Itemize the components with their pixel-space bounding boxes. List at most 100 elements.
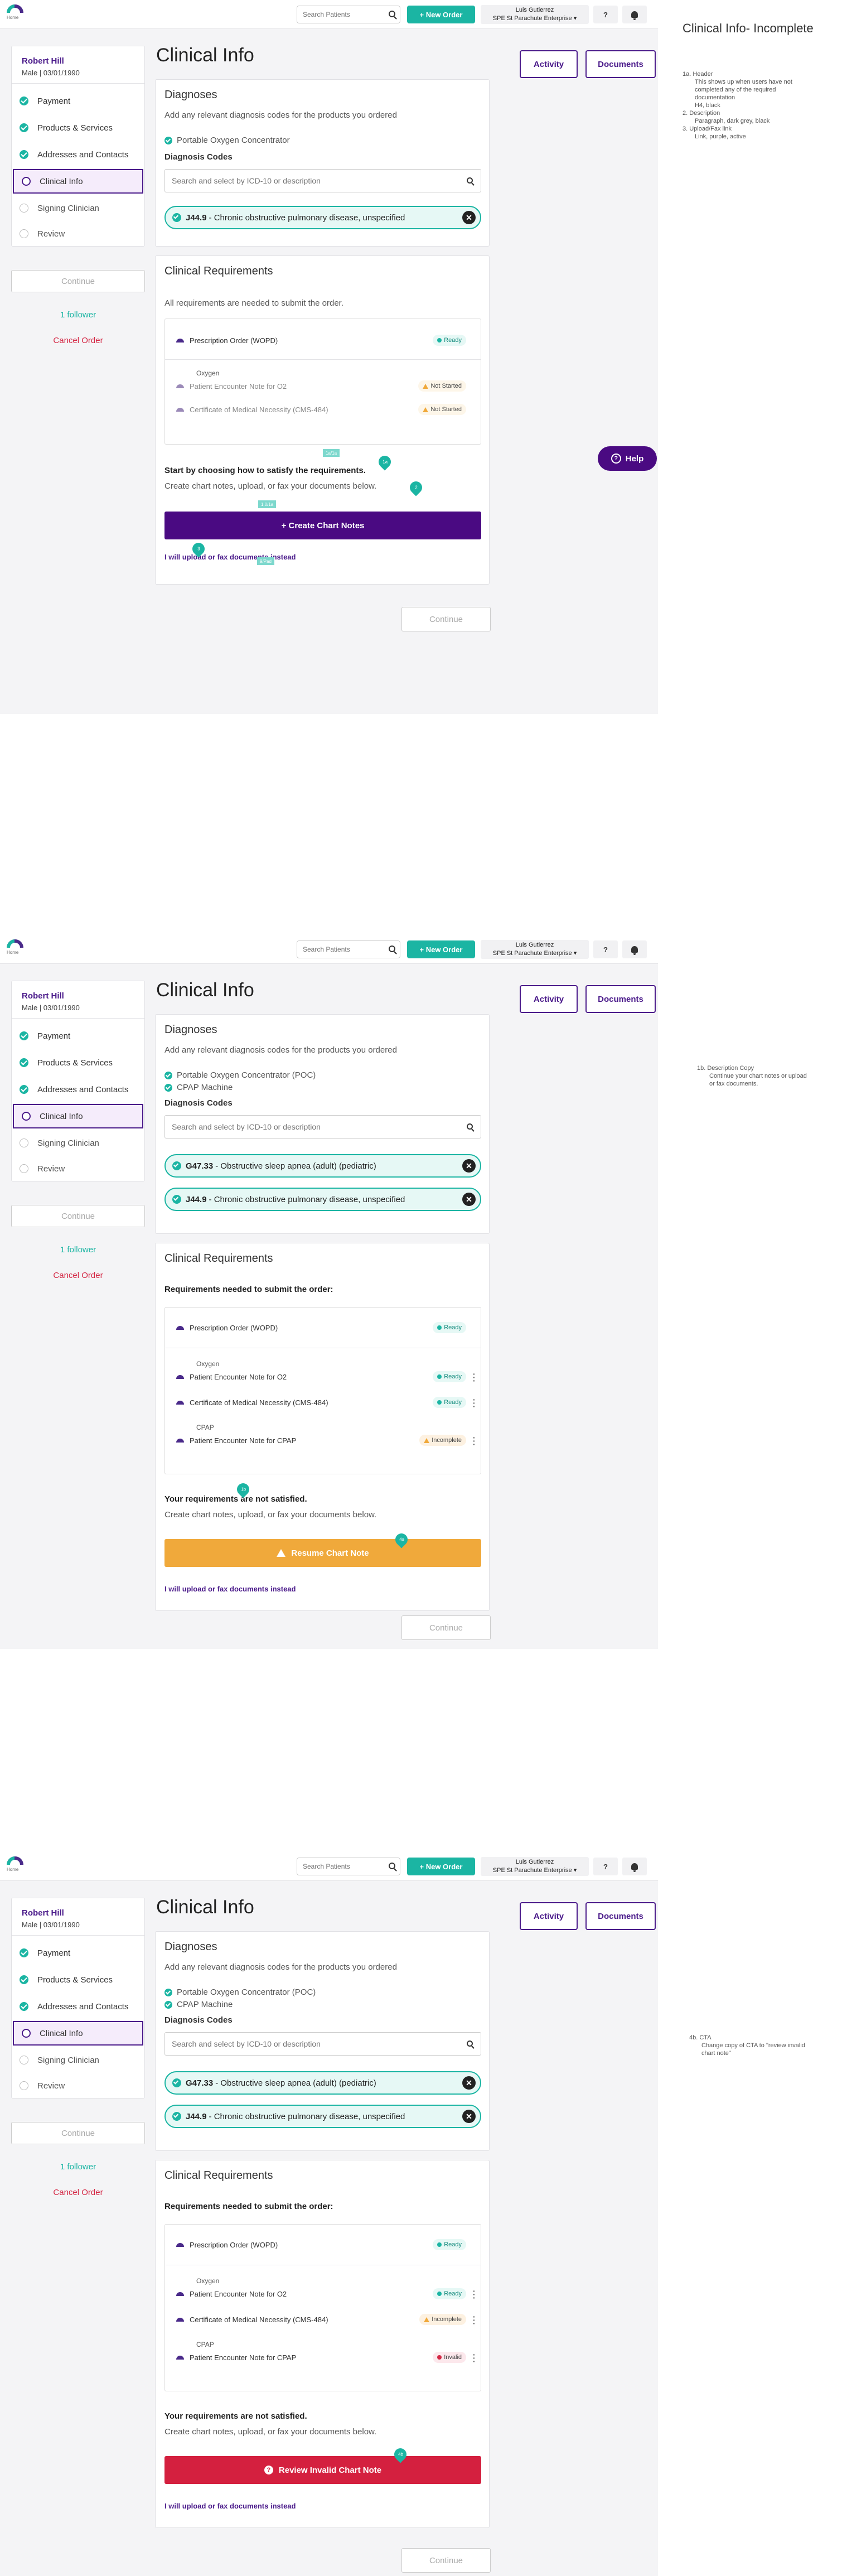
help-icon[interactable]: ? — [593, 6, 618, 23]
patient-info: Male | 03/01/1990 — [22, 69, 80, 77]
status-badge: Invalid — [433, 2352, 466, 2363]
resume-chart-note-button[interactable]: Resume Chart Note — [164, 1539, 481, 1567]
documents-button[interactable]: Documents — [585, 1902, 656, 1930]
search-icon[interactable] — [389, 946, 395, 952]
upload-fax-link[interactable]: I will upload or fax documents instead — [164, 1585, 296, 1593]
notifications-button[interactable] — [622, 940, 647, 958]
home-logo[interactable]: Home — [7, 939, 26, 958]
requirements-intro: Requirements needed to submit the order: — [164, 1285, 333, 1294]
cancel-order-link[interactable]: Cancel Order — [11, 1271, 145, 1280]
new-order-button[interactable]: + New Order — [407, 1858, 475, 1875]
notes-title: Clinical Info- Incomplete — [683, 21, 814, 35]
step-clinical-info[interactable]: Clinical Info — [13, 169, 143, 194]
help-button[interactable]: ? Help — [598, 446, 657, 471]
user-company: SPE St Parachute Enterprise ▾ — [492, 15, 577, 22]
cancel-order-link[interactable]: Cancel Order — [11, 336, 145, 345]
notifications-button[interactable] — [622, 1858, 647, 1875]
home-logo[interactable]: Home — [7, 1856, 26, 1875]
patient-search-input[interactable] — [297, 1858, 381, 1875]
more-options-icon[interactable]: · · · — [473, 1434, 476, 1448]
activity-button[interactable]: Activity — [520, 1902, 578, 1930]
step-review[interactable]: Review — [12, 2073, 144, 2098]
continue-button[interactable]: Continue — [401, 1615, 491, 1640]
step-products-services[interactable]: Products & Services — [12, 115, 144, 140]
step-products-services[interactable]: Products & Services — [12, 1050, 144, 1075]
help-icon[interactable]: ? — [593, 1858, 618, 1875]
step-addresses-contacts[interactable]: Addresses and Contacts — [12, 1077, 144, 1102]
patient-search-input[interactable] — [297, 6, 381, 23]
followers-link[interactable]: 1 follower — [11, 1245, 145, 1255]
user-menu[interactable]: Luis Gutierrez SPE St Parachute Enterpris… — [481, 940, 589, 959]
search-icon[interactable] — [389, 11, 395, 17]
documents-button[interactable]: Documents — [585, 985, 656, 1013]
step-payment[interactable]: Payment — [12, 89, 144, 113]
step-products-services[interactable]: Products & Services — [12, 1967, 144, 1992]
user-menu[interactable]: Luis Gutierrez SPE St Parachute Enterpris… — [481, 1857, 589, 1876]
cancel-order-link[interactable]: Cancel Order — [11, 2188, 145, 2197]
help-icon[interactable]: ? — [593, 940, 618, 958]
patient-search-input[interactable] — [297, 941, 381, 958]
upload-fax-link[interactable]: I will upload or fax documents instead — [164, 553, 296, 561]
review-invalid-chart-note-button[interactable]: ? Review Invalid Chart Note — [164, 2456, 481, 2484]
step-payment[interactable]: Payment — [12, 1024, 144, 1048]
home-logo[interactable]: Home — [7, 4, 26, 23]
remove-icon[interactable]: ✕ — [462, 211, 476, 224]
notifications-button[interactable] — [622, 6, 647, 23]
status-badge: Not Started — [418, 380, 466, 392]
activity-button[interactable]: Activity — [520, 50, 578, 78]
continue-button[interactable]: Continue — [401, 2548, 491, 2573]
check-icon — [20, 1085, 28, 1094]
step-clinical-info[interactable]: Clinical Info — [13, 2021, 143, 2046]
step-payment[interactable]: Payment — [12, 1941, 144, 1965]
bell-icon — [631, 946, 638, 955]
activity-button[interactable]: Activity — [520, 985, 578, 1013]
diagnosis-search-input[interactable] — [165, 1116, 455, 1138]
new-order-button[interactable]: + New Order — [407, 6, 475, 23]
followers-link[interactable]: 1 follower — [11, 310, 145, 320]
documents-button[interactable]: Documents — [585, 50, 656, 78]
create-chart-notes-button[interactable]: + Create Chart Notes — [164, 512, 481, 539]
search-icon[interactable] — [467, 2040, 473, 2047]
requirements-list: Prescription Order (WOPD) Ready Oxygen P… — [164, 1307, 481, 1474]
step-signing-clinician[interactable]: Signing Clinician — [12, 1131, 144, 1155]
check-icon — [172, 1161, 181, 1170]
product-item: Portable Oxygen Concentrator — [164, 136, 290, 145]
diagnosis-chip: G47.33- Obstructive sleep apnea (adult) … — [164, 1154, 481, 1178]
more-options-icon[interactable]: · · · — [473, 2351, 476, 2365]
remove-icon[interactable]: ✕ — [462, 1193, 476, 1206]
search-icon[interactable] — [389, 1863, 395, 1869]
step-signing-clinician[interactable]: Signing Clinician — [12, 2048, 144, 2072]
diagnosis-search-input[interactable] — [165, 170, 455, 192]
step-clinical-info[interactable]: Clinical Info — [13, 1104, 143, 1128]
sidebar-continue-button[interactable]: Continue — [11, 270, 145, 292]
page-title: Clinical Info — [156, 45, 254, 66]
remove-icon[interactable]: ✕ — [462, 1159, 476, 1173]
followers-link[interactable]: 1 follower — [11, 2162, 145, 2172]
sidebar-continue-button[interactable]: Continue — [11, 2122, 145, 2144]
remove-icon[interactable]: ✕ — [462, 2110, 476, 2123]
diagnosis-chip: J44.9- Chronic obstructive pulmonary dis… — [164, 206, 481, 229]
step-addresses-contacts[interactable]: Addresses and Contacts — [12, 1994, 144, 2019]
more-options-icon[interactable]: · · · — [473, 2287, 476, 2302]
more-options-icon[interactable]: · · · — [473, 1396, 476, 1410]
brand-logo-icon — [176, 2242, 184, 2247]
remove-icon[interactable]: ✕ — [462, 2076, 476, 2090]
sidebar-continue-button[interactable]: Continue — [11, 1205, 145, 1227]
new-order-button[interactable]: + New Order — [407, 940, 475, 958]
user-menu[interactable]: Luis Gutierrez SPE St Parachute Enterpris… — [481, 5, 589, 24]
group-label: CPAP — [196, 1424, 214, 1431]
upload-fax-link[interactable]: I will upload or fax documents instead — [164, 2502, 296, 2510]
search-icon[interactable] — [467, 1123, 473, 1130]
continue-button[interactable]: Continue — [401, 607, 491, 631]
step-signing-clinician[interactable]: Signing Clinician — [12, 196, 144, 220]
search-icon[interactable] — [467, 177, 473, 184]
divider — [165, 359, 481, 360]
requirements-heading: Your requirements are not satisfied. — [164, 1494, 307, 1504]
order-steps-sidebar: Robert Hill Male | 03/01/1990 Payment Pr… — [11, 981, 145, 1181]
diagnosis-search-input[interactable] — [165, 2033, 455, 2055]
more-options-icon[interactable]: · · · — [473, 2313, 476, 2327]
step-review[interactable]: Review — [12, 1156, 144, 1181]
more-options-icon[interactable]: · · · — [473, 1370, 476, 1385]
step-addresses-contacts[interactable]: Addresses and Contacts — [12, 142, 144, 167]
step-review[interactable]: Review — [12, 221, 144, 246]
